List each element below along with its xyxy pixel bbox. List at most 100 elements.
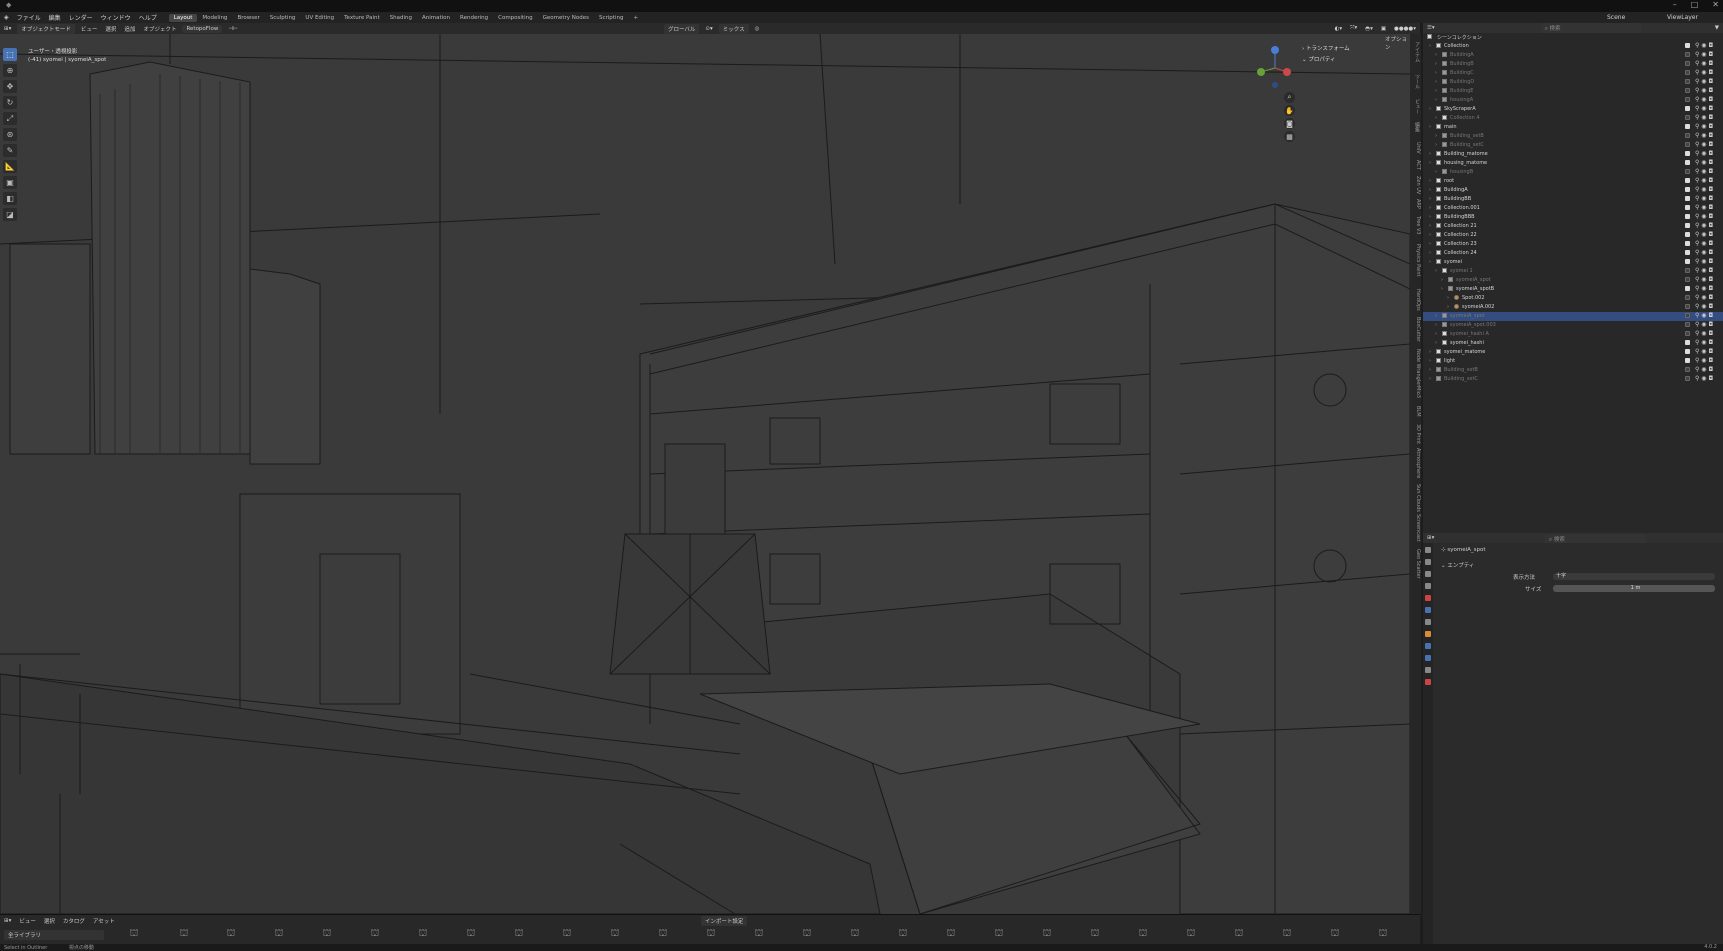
outliner-row[interactable]: › housingA ⚲ ◉ ◘ bbox=[1423, 96, 1723, 105]
exclude-checkbox[interactable] bbox=[1685, 241, 1690, 246]
expand-arrow-icon[interactable]: › bbox=[1429, 106, 1431, 112]
measure-icon[interactable]: 📐 bbox=[3, 160, 17, 173]
asset-menu-view[interactable]: ビュー bbox=[15, 916, 40, 926]
outliner-row[interactable]: › syomei_matome ⚲ ◉ ◘ bbox=[1423, 348, 1723, 357]
menu-edit[interactable]: 編集 bbox=[45, 13, 65, 22]
visibility-toggles-icon[interactable]: ⚲ ◉ ◘ bbox=[1695, 87, 1713, 94]
outliner-filter-icon[interactable]: ▼ bbox=[1711, 24, 1723, 32]
asset-thumb[interactable]: ⛫ bbox=[606, 928, 624, 942]
vtab-screencast[interactable]: Screencast bbox=[1410, 514, 1421, 542]
npanel-transform-header[interactable]: › トランスフォーム bbox=[1302, 44, 1350, 55]
asset-thumb[interactable]: ⛫ bbox=[654, 928, 672, 942]
outliner-row[interactable]: › housingB ⚲ ◉ ◘ bbox=[1423, 168, 1723, 177]
blender-menu-icon[interactable]: ◈ bbox=[0, 14, 13, 21]
outliner-row[interactable]: › Collection ⚲ ◉ ◘ bbox=[1423, 42, 1723, 51]
visibility-toggles-icon[interactable]: ⚲ ◉ ◘ bbox=[1695, 96, 1713, 103]
outliner-row[interactable]: › light ⚲ ◉ ◘ bbox=[1423, 357, 1723, 366]
vtab-blm[interactable]: BLM bbox=[1410, 406, 1421, 417]
outliner-row[interactable]: › Collection 22 ⚲ ◉ ◘ bbox=[1423, 231, 1723, 240]
expand-arrow-icon[interactable]: › bbox=[1435, 268, 1437, 274]
outliner-row[interactable]: › BuildingBBB ⚲ ◉ ◘ bbox=[1423, 213, 1723, 222]
menu-window[interactable]: ウィンドウ bbox=[97, 13, 135, 22]
expand-arrow-icon[interactable]: › bbox=[1435, 52, 1437, 58]
visibility-toggles-icon[interactable]: ⚲ ◉ ◘ bbox=[1695, 78, 1713, 85]
outliner-row[interactable]: › syomeiA_spot ⚲ ◉ ◘ bbox=[1423, 312, 1723, 321]
gizmo-icon[interactable]: ⤧▾ bbox=[1346, 24, 1361, 33]
object-tab-icon[interactable] bbox=[1425, 631, 1431, 637]
visibility-icon[interactable]: ◐▾ bbox=[1331, 25, 1347, 33]
outliner-row[interactable]: › Spot.002 ⚲ ◉ ◘ bbox=[1423, 294, 1723, 303]
vtab-arp[interactable]: ARP bbox=[1410, 199, 1421, 209]
outliner-row[interactable]: › main ⚲ ◉ ◘ bbox=[1423, 123, 1723, 132]
perspective-toggle-icon[interactable]: ▦ bbox=[1284, 131, 1295, 142]
exclude-checkbox[interactable] bbox=[1685, 304, 1690, 309]
vtab-3dprint[interactable]: 3D Print bbox=[1410, 424, 1421, 444]
exclude-checkbox[interactable] bbox=[1685, 196, 1690, 201]
exclude-checkbox[interactable] bbox=[1685, 169, 1690, 174]
exclude-checkbox[interactable] bbox=[1685, 358, 1690, 363]
minimize-button[interactable]: – bbox=[1673, 0, 1677, 9]
outliner-row[interactable]: › syomei_hashi ⚲ ◉ ◘ bbox=[1423, 339, 1723, 348]
overlay-icon[interactable]: ◓▾ bbox=[1361, 25, 1377, 33]
exclude-checkbox[interactable] bbox=[1685, 367, 1690, 372]
constraints-tab-icon[interactable] bbox=[1425, 655, 1431, 661]
pivot-icon[interactable]: ⊙▾ bbox=[701, 25, 716, 33]
maximize-button[interactable]: □ bbox=[1691, 0, 1699, 9]
exclude-checkbox[interactable] bbox=[1685, 331, 1690, 336]
visibility-toggles-icon[interactable]: ⚲ ◉ ◘ bbox=[1695, 168, 1713, 175]
exclude-checkbox[interactable] bbox=[1685, 286, 1690, 291]
exclude-checkbox[interactable] bbox=[1685, 106, 1690, 111]
asset-thumb[interactable]: ⛫ bbox=[462, 928, 480, 942]
expand-arrow-icon[interactable]: › bbox=[1435, 133, 1437, 139]
expand-arrow-icon[interactable]: › bbox=[1429, 205, 1431, 211]
outliner-row[interactable]: › Collection 24 ⚲ ◉ ◘ bbox=[1423, 249, 1723, 258]
pan-hand-icon[interactable]: ✋ bbox=[1284, 105, 1295, 116]
asset-thumb[interactable]: ⛫ bbox=[702, 928, 720, 942]
visibility-toggles-icon[interactable]: ⚲ ◉ ◘ bbox=[1695, 375, 1713, 382]
menu-view[interactable]: ビュー bbox=[77, 24, 102, 34]
outliner-row[interactable]: › BuildingC ⚲ ◉ ◘ bbox=[1423, 69, 1723, 78]
asset-thumb[interactable]: ⛫ bbox=[1086, 928, 1104, 942]
exclude-checkbox[interactable] bbox=[1685, 61, 1690, 66]
visibility-toggles-icon[interactable]: ⚲ ◉ ◘ bbox=[1695, 231, 1713, 238]
expand-arrow-icon[interactable]: › bbox=[1429, 349, 1431, 355]
vtab-node-wrangler[interactable]: Node Wrangler bbox=[1410, 349, 1421, 386]
expand-arrow-icon[interactable]: › bbox=[1435, 313, 1437, 319]
asset-thumb[interactable]: ⛫ bbox=[414, 928, 432, 942]
tab-animation[interactable]: Animation bbox=[417, 14, 455, 22]
tab-texture-paint[interactable]: Texture Paint bbox=[339, 14, 385, 22]
visibility-toggles-icon[interactable]: ⚲ ◉ ◘ bbox=[1695, 159, 1713, 166]
visibility-toggles-icon[interactable]: ⚲ ◉ ◘ bbox=[1695, 150, 1713, 157]
exclude-checkbox[interactable] bbox=[1685, 52, 1690, 57]
outliner-row[interactable]: › Building_setC ⚲ ◉ ◘ bbox=[1423, 141, 1723, 150]
visibility-toggles-icon[interactable]: ⚲ ◉ ◘ bbox=[1695, 357, 1713, 364]
xray-icon[interactable]: ▣ bbox=[1377, 25, 1390, 33]
outliner-row[interactable]: › syomei 1 ⚲ ◉ ◘ bbox=[1423, 267, 1723, 276]
asset-thumb[interactable]: ⛫ bbox=[1230, 928, 1248, 942]
vtab-edit[interactable]: 編集 bbox=[1410, 122, 1421, 132]
expand-arrow-icon[interactable]: › bbox=[1435, 169, 1437, 175]
3d-viewport[interactable]: ユーザー・透視投影 (-41) syomei | syomeiA_spot オプ… bbox=[0, 34, 1410, 914]
expand-arrow-icon[interactable]: › bbox=[1429, 124, 1431, 130]
expand-arrow-icon[interactable]: › bbox=[1435, 322, 1437, 328]
asset-menu-catalog[interactable]: カタログ bbox=[59, 916, 89, 926]
expand-arrow-icon[interactable]: › bbox=[1435, 88, 1437, 94]
outliner-row[interactable]: › syomei_hashi A ⚲ ◉ ◘ bbox=[1423, 330, 1723, 339]
menu-render[interactable]: レンダー bbox=[65, 13, 97, 22]
exclude-checkbox[interactable] bbox=[1685, 340, 1690, 345]
outliner-row[interactable]: › Building_matome ⚲ ◉ ◘ bbox=[1423, 150, 1723, 159]
navigation-gizmo[interactable] bbox=[1255, 44, 1295, 88]
move-icon[interactable]: ✥ bbox=[3, 80, 17, 93]
vtab-mio3[interactable]: Mio3 bbox=[1410, 386, 1421, 398]
outliner-row[interactable]: › housing_matome ⚲ ◉ ◘ bbox=[1423, 159, 1723, 168]
visibility-toggles-icon[interactable]: ⚲ ◉ ◘ bbox=[1695, 330, 1713, 337]
size-field[interactable]: 1 m bbox=[1553, 585, 1715, 592]
expand-arrow-icon[interactable]: › bbox=[1429, 259, 1431, 265]
vtab-geo-scatter[interactable]: Geo Scatter bbox=[1410, 549, 1421, 579]
scale-icon[interactable]: ⤢ bbox=[3, 112, 17, 125]
retopoflow-dropdown[interactable]: RetopoFlow bbox=[182, 24, 223, 33]
outliner-row[interactable]: › Collection 21 ⚲ ◉ ◘ bbox=[1423, 222, 1723, 231]
expand-arrow-icon[interactable]: › bbox=[1429, 178, 1431, 184]
view-layer-tab-icon[interactable] bbox=[1425, 583, 1431, 589]
asset-thumb[interactable]: ⛫ bbox=[175, 928, 193, 942]
